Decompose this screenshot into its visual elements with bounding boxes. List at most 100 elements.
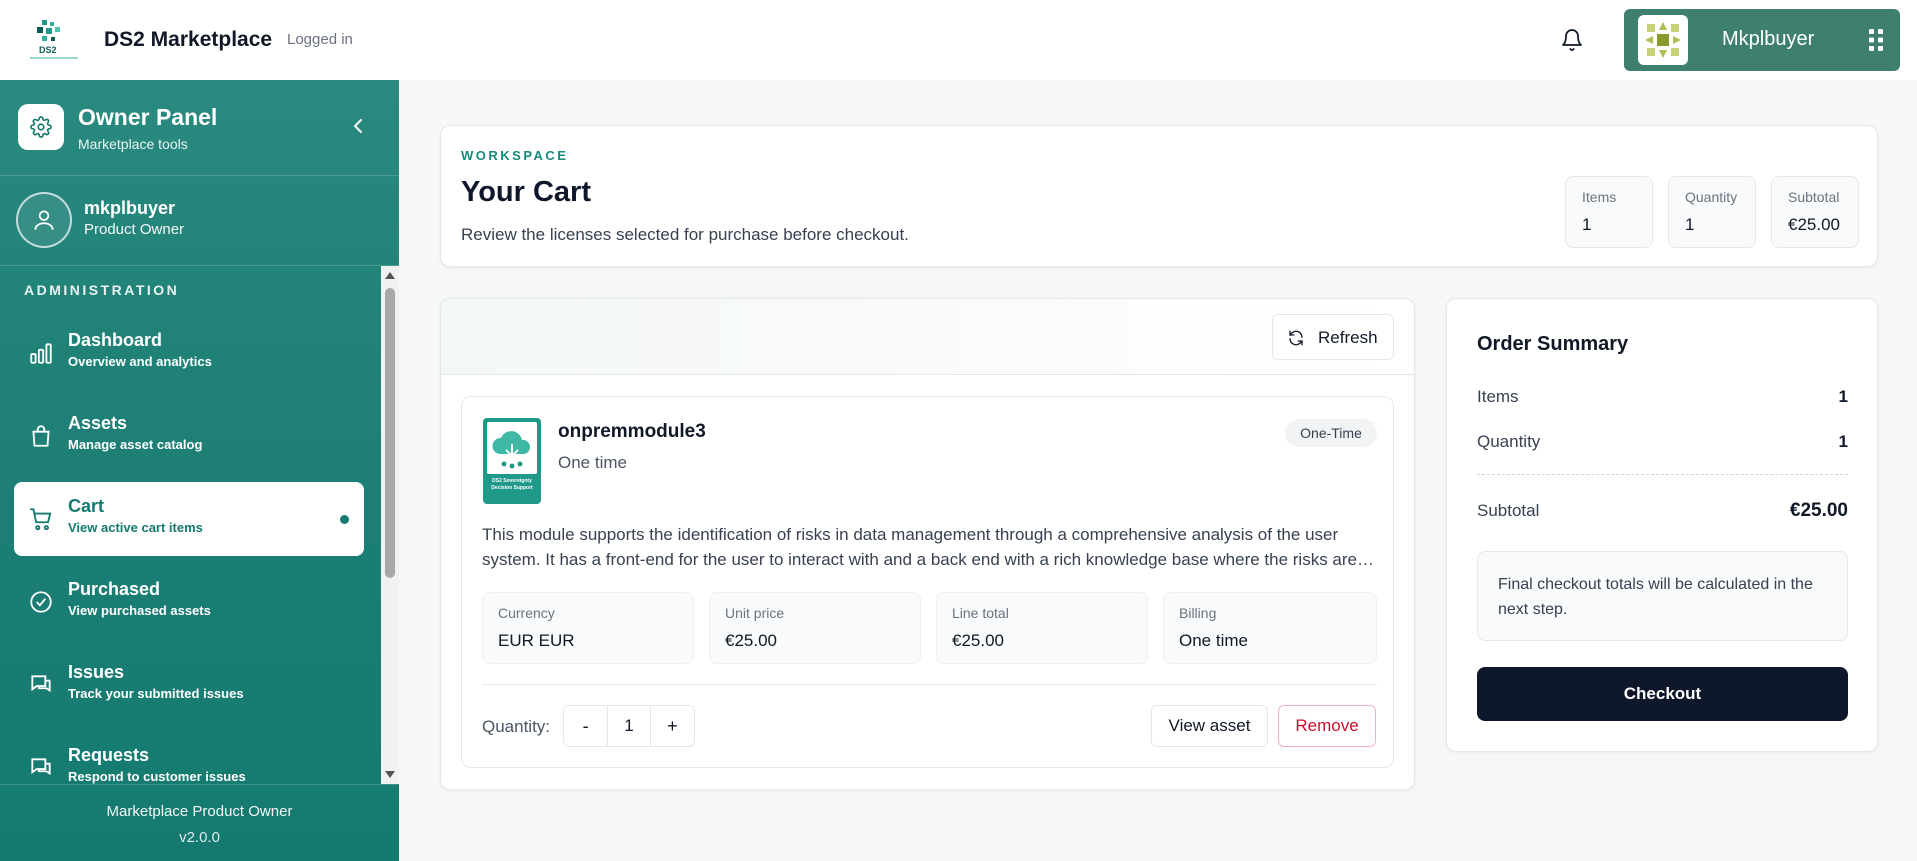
summary-title: Order Summary xyxy=(1477,333,1629,355)
quantity-stepper: - 1 + xyxy=(563,705,695,747)
sidebar-item-sub: View purchased assets xyxy=(68,603,211,618)
sidebar-item-sub: Respond to customer issues xyxy=(68,769,246,784)
summary-items-value: 1 xyxy=(1838,387,1848,406)
decrement-button[interactable]: - xyxy=(564,706,607,746)
sidebar-item-sub: Track your submitted issues xyxy=(68,686,244,701)
section-label: ADMINISTRATION xyxy=(24,282,180,298)
field-label: Line total xyxy=(952,605,1009,621)
cart-toolbar: Refresh xyxy=(441,299,1414,375)
stat-label: Subtotal xyxy=(1788,189,1840,205)
sidebar-item-purchased[interactable]: Purchased View purchased assets xyxy=(14,565,364,639)
billing-badge: One-Time xyxy=(1285,419,1377,447)
sidebar-item-dashboard[interactable]: Dashboard Overview and analytics xyxy=(14,316,364,390)
summary-subtotal-row: Subtotal €25.00 xyxy=(1477,500,1848,521)
sidebar-item-label: Requests xyxy=(68,745,150,765)
gear-icon xyxy=(30,116,52,138)
apps-button[interactable] xyxy=(1868,28,1884,57)
notifications-button[interactable] xyxy=(1556,24,1588,56)
page-title: Your Cart xyxy=(461,176,591,208)
field-label: Billing xyxy=(1179,605,1217,621)
stat-subtotal: Subtotal €25.00 xyxy=(1771,176,1859,248)
quantity-label: Quantity: xyxy=(482,717,551,736)
ds2-logo[interactable]: DS2 xyxy=(28,18,80,62)
chat-icon xyxy=(31,675,51,693)
page-description: Review the licenses selected for purchas… xyxy=(461,225,909,244)
panel-icon xyxy=(18,104,64,150)
field-value: One time xyxy=(1179,631,1248,650)
stat-items: Items 1 xyxy=(1565,176,1653,248)
sidebar-item-sub: Manage asset catalog xyxy=(68,437,203,452)
stat-label: Quantity xyxy=(1685,189,1738,205)
field-value: €25.00 xyxy=(952,631,1004,650)
bar-chart-icon xyxy=(30,343,52,364)
field-line-total: Line total €25.00 xyxy=(936,592,1148,664)
check-circle-icon xyxy=(30,591,52,613)
summary-quantity-value: 1 xyxy=(1838,432,1848,451)
remove-button[interactable]: Remove xyxy=(1278,705,1376,747)
profile-role: Product Owner xyxy=(84,221,185,238)
user-menu[interactable]: Mkplbuyer xyxy=(1624,9,1900,71)
collapse-sidebar-button[interactable] xyxy=(346,114,370,138)
sidebar: Owner Panel Marketplace tools mkplbuyer … xyxy=(0,80,399,861)
summary-quantity-label: Quantity xyxy=(1477,432,1541,451)
scroll-down-arrow[interactable] xyxy=(385,771,395,778)
panel-title: Owner Panel xyxy=(78,104,218,130)
item-name: onpremmodule3 xyxy=(558,421,706,442)
sidebar-item-label: Dashboard xyxy=(68,330,163,350)
sidebar-item-assets[interactable]: Assets Manage asset catalog xyxy=(14,399,364,473)
profile-avatar xyxy=(16,192,72,248)
refresh-button[interactable]: Refresh xyxy=(1272,314,1394,360)
scroll-thumb[interactable] xyxy=(385,288,395,578)
stat-quantity: Quantity 1 xyxy=(1668,176,1756,248)
user-name: Mkplbuyer xyxy=(1722,28,1815,50)
sidebar-item-label: Assets xyxy=(68,413,128,433)
app-title: DS2 Marketplace xyxy=(104,28,273,51)
quantity-value[interactable]: 1 xyxy=(607,706,651,746)
thumbnail-caption: DS2 Sovereignty Decision Support xyxy=(491,478,533,491)
refresh-label: Refresh xyxy=(1318,328,1378,347)
field-currency: Currency EUR EUR xyxy=(482,592,694,664)
bell-icon xyxy=(1562,29,1582,51)
workspace-header: WORKSPACE Your Cart Review the licenses … xyxy=(440,125,1878,267)
login-status: Logged in xyxy=(287,31,353,48)
order-summary: Order Summary Items 1 Quantity 1 Subtota… xyxy=(1446,298,1878,752)
increment-button[interactable]: + xyxy=(651,706,694,746)
asset-thumbnail[interactable]: DS2 Sovereignty Decision Support xyxy=(483,418,541,504)
footer-version: v2.0.0 xyxy=(179,829,220,846)
sidebar-menu: ADMINISTRATION Dashboard Overview and an… xyxy=(0,266,399,784)
summary-subtotal-value: €25.00 xyxy=(1789,500,1848,521)
refresh-icon xyxy=(1289,330,1303,346)
field-label: Currency xyxy=(498,605,555,621)
item-type: One time xyxy=(558,453,627,472)
stat-label: Items xyxy=(1582,189,1617,205)
panel-header: Owner Panel Marketplace tools xyxy=(0,80,399,176)
active-indicator xyxy=(340,515,349,524)
bag-icon xyxy=(32,425,50,447)
sidebar-item-sub: View active cart items xyxy=(68,520,203,535)
field-value: €25.00 xyxy=(725,631,777,650)
chevron-left-icon xyxy=(353,119,362,133)
scroll-up-arrow[interactable] xyxy=(385,272,395,279)
eyebrow: WORKSPACE xyxy=(461,148,569,163)
cart-item: DS2 Sovereignty Decision Support onpremm… xyxy=(461,396,1394,768)
user-icon xyxy=(34,210,54,230)
cart-icon xyxy=(30,508,52,531)
view-asset-button[interactable]: View asset xyxy=(1151,705,1268,747)
checkout-button[interactable]: Checkout xyxy=(1477,667,1848,721)
sidebar-item-cart[interactable]: Cart View active cart items xyxy=(14,482,364,556)
sidebar-item-issues[interactable]: Issues Track your submitted issues xyxy=(14,648,364,722)
summary-items-row: Items 1 xyxy=(1477,387,1848,407)
profile-name: mkplbuyer xyxy=(84,198,176,218)
cart-panel: Refresh DS2 Sovereignty Decision Support… xyxy=(440,298,1415,790)
divider xyxy=(482,684,1377,685)
field-value: EUR EUR xyxy=(498,631,575,650)
cloud-icon xyxy=(487,422,537,474)
sidebar-item-requests[interactable]: Requests Respond to customer issues xyxy=(14,731,364,784)
field-label: Unit price xyxy=(725,605,785,621)
summary-divider xyxy=(1477,474,1848,475)
sidebar-scrollbar[interactable] xyxy=(381,266,399,784)
top-bar: DS2 DS2 Marketplace Logged in Mkplbuyer xyxy=(0,0,1917,80)
profile-block: mkplbuyer Product Owner xyxy=(0,176,399,266)
stat-value: 1 xyxy=(1685,215,1695,234)
user-avatar xyxy=(1638,15,1688,65)
